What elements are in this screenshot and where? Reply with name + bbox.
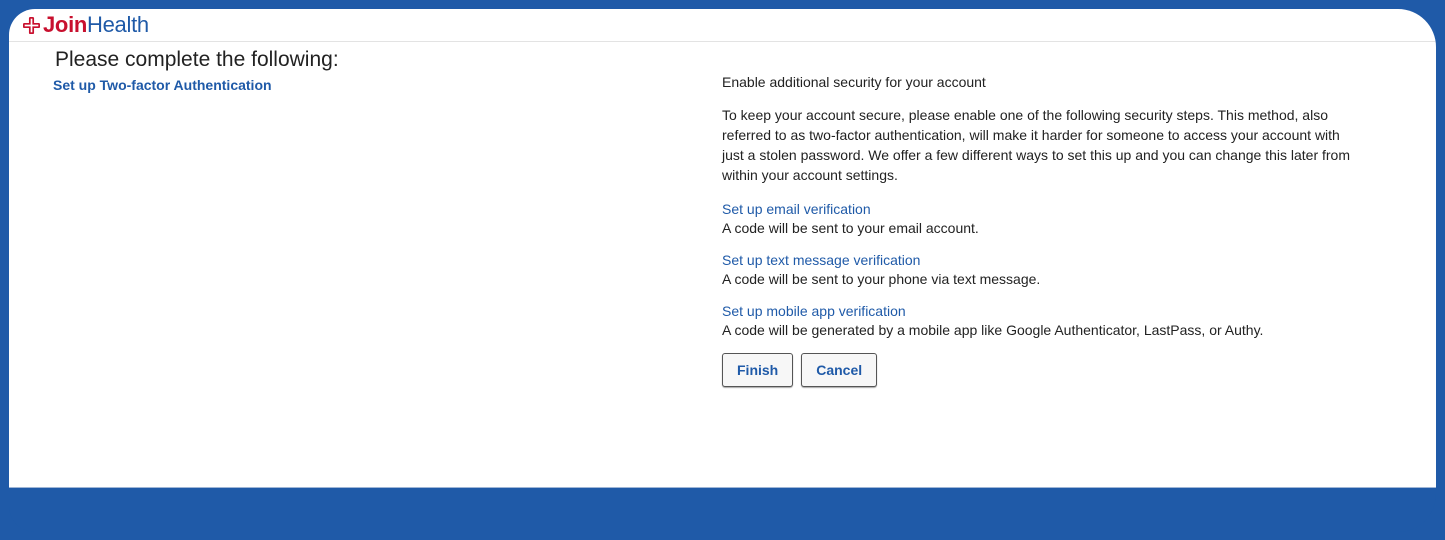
header-divider bbox=[9, 41, 1436, 42]
brand-name-health: Health bbox=[87, 12, 149, 37]
mobile-app-verification-link[interactable]: Set up mobile app verification bbox=[722, 302, 1362, 320]
email-verification-link[interactable]: Set up email verification bbox=[722, 200, 1362, 218]
step-link-two-factor[interactable]: Set up Two-factor Authentication bbox=[53, 76, 272, 94]
footer-band bbox=[9, 487, 1436, 532]
app-frame: JoinHealth Please complete the following… bbox=[0, 0, 1445, 540]
brand-name-join: Join bbox=[43, 12, 88, 37]
mobile-app-verification-description: A code will be generated by a mobile app… bbox=[722, 322, 1264, 338]
intro-paragraph: To keep your account secure, please enab… bbox=[722, 107, 1351, 183]
action-buttons: Finish Cancel bbox=[722, 353, 1362, 387]
option-text-message: Set up text message verification A code … bbox=[722, 251, 1362, 289]
brand-name: JoinHealth bbox=[43, 12, 149, 38]
cross-logo-icon bbox=[23, 16, 40, 34]
option-email: Set up email verification A code will be… bbox=[722, 200, 1362, 238]
main-panel: JoinHealth Please complete the following… bbox=[9, 9, 1436, 487]
email-verification-description: A code will be sent to your email accoun… bbox=[722, 220, 979, 236]
section-heading: Enable additional security for your acco… bbox=[722, 74, 986, 90]
text-message-verification-description: A code will be sent to your phone via te… bbox=[722, 271, 1041, 287]
page-title: Please complete the following: bbox=[55, 48, 339, 71]
cancel-button[interactable]: Cancel bbox=[801, 353, 878, 387]
two-factor-content: Enable additional security for your acco… bbox=[722, 72, 1362, 387]
finish-button[interactable]: Finish bbox=[722, 353, 794, 387]
brand-logo[interactable]: JoinHealth bbox=[23, 12, 149, 38]
text-message-verification-link[interactable]: Set up text message verification bbox=[722, 251, 1362, 269]
option-mobile-app: Set up mobile app verification A code wi… bbox=[722, 302, 1362, 340]
